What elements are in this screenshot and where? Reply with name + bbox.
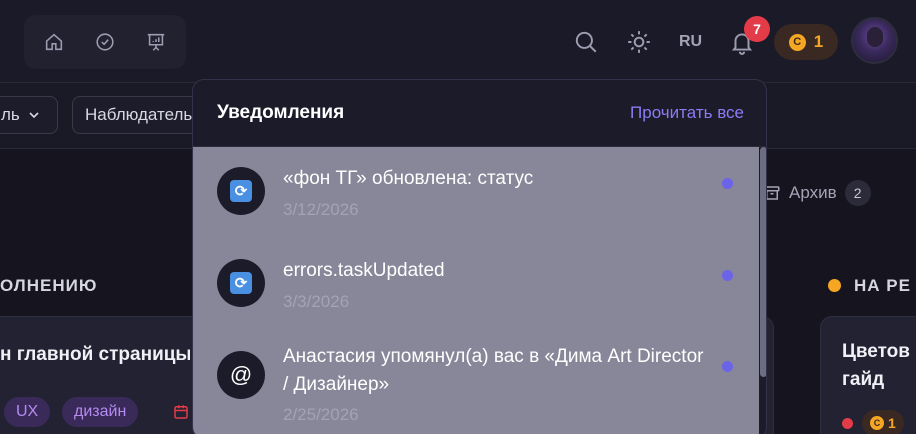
language-switch[interactable]: RU	[679, 33, 702, 51]
notification-date: 2/25/2026	[283, 405, 359, 424]
sun-icon	[628, 31, 650, 53]
notification-date: 3/3/2026	[283, 292, 350, 311]
notifications-title: Уведомления	[217, 102, 345, 123]
top-bar: RU 7 C 1	[0, 0, 916, 83]
sync-icon: ⟳	[230, 180, 252, 202]
coin-icon: C	[788, 33, 806, 51]
tag-design[interactable]: дизайн	[62, 397, 139, 427]
at-icon: @	[229, 362, 253, 387]
notifications-scrollbar[interactable]	[759, 147, 766, 434]
search-icon	[575, 31, 597, 53]
user-avatar[interactable]	[851, 17, 898, 64]
notification-text: errors.taskUpdated	[283, 260, 445, 281]
review-status-dot	[828, 279, 841, 292]
unread-dot	[722, 178, 733, 189]
home-icon	[45, 33, 63, 51]
card-coins: C 1	[862, 410, 904, 434]
card-coins-count: 1	[888, 415, 896, 431]
archive-button[interactable]: Архив 2	[763, 180, 871, 206]
coins-count: 1	[813, 32, 824, 51]
notifications-panel: Уведомления Прочитать все ⟳ «фон ТГ» обн…	[192, 79, 767, 434]
notifications-list: ⟳ «фон ТГ» обновлена: статус 3/12/2026 ⟳…	[193, 147, 759, 434]
sync-icon: ⟳	[230, 272, 252, 294]
unread-dot	[722, 361, 733, 372]
notification-icon: ⟳	[217, 167, 265, 215]
role-filter-label: ль	[1, 105, 20, 124]
column-heading-in-progress: ОЛНЕНИЮ	[0, 276, 98, 295]
check-circle-icon	[96, 33, 114, 51]
tag-ux[interactable]: UX	[4, 397, 51, 427]
presentation-icon	[147, 33, 165, 51]
tasks-button[interactable]	[91, 28, 119, 56]
archive-label: Архив	[789, 183, 837, 202]
task-card-left-title: н главной страницы	[0, 344, 190, 365]
priority-dot	[842, 418, 853, 429]
search-button[interactable]	[571, 27, 601, 57]
observer-filter-label: Наблюдатель	[85, 105, 193, 124]
notification-count-badge: 7	[744, 16, 770, 42]
notification-icon: @	[217, 351, 265, 399]
presentation-button[interactable]	[142, 28, 170, 56]
mark-all-read-link[interactable]: Прочитать все	[630, 103, 744, 123]
nav-group	[24, 15, 186, 69]
notification-date: 3/12/2026	[283, 200, 359, 219]
unread-dot	[722, 270, 733, 281]
theme-toggle[interactable]	[624, 27, 654, 57]
chevron-down-icon	[29, 112, 39, 119]
notification-icon: ⟳	[217, 259, 265, 307]
column-heading-review: НА РЕ	[854, 276, 911, 295]
coin-icon: C	[870, 416, 884, 430]
notification-item[interactable]: ⟳ errors.taskUpdated 3/3/2026	[193, 239, 759, 331]
task-card-right-title-line2: гайд	[842, 369, 885, 390]
notification-item[interactable]: @ Анастасия упомянул(а) вас в «Дима Art …	[193, 331, 759, 434]
calendar-icon	[174, 405, 188, 419]
coins-balance[interactable]: C 1	[774, 24, 838, 60]
notification-item[interactable]: ⟳ «фон ТГ» обновлена: статус 3/12/2026	[193, 147, 759, 239]
role-filter-dropdown[interactable]: ль	[0, 96, 58, 134]
notifications-header: Уведомления Прочитать все	[193, 80, 766, 147]
home-button[interactable]	[40, 28, 68, 56]
notification-text: «фон ТГ» обновлена: статус	[283, 168, 534, 189]
archive-count: 2	[844, 180, 871, 206]
task-card-right-title-line1: Цветов	[842, 341, 910, 362]
notification-text: Анастасия упомянул(а) вас в «Дима Art Di…	[283, 346, 704, 395]
scrollbar-thumb[interactable]	[760, 147, 766, 377]
